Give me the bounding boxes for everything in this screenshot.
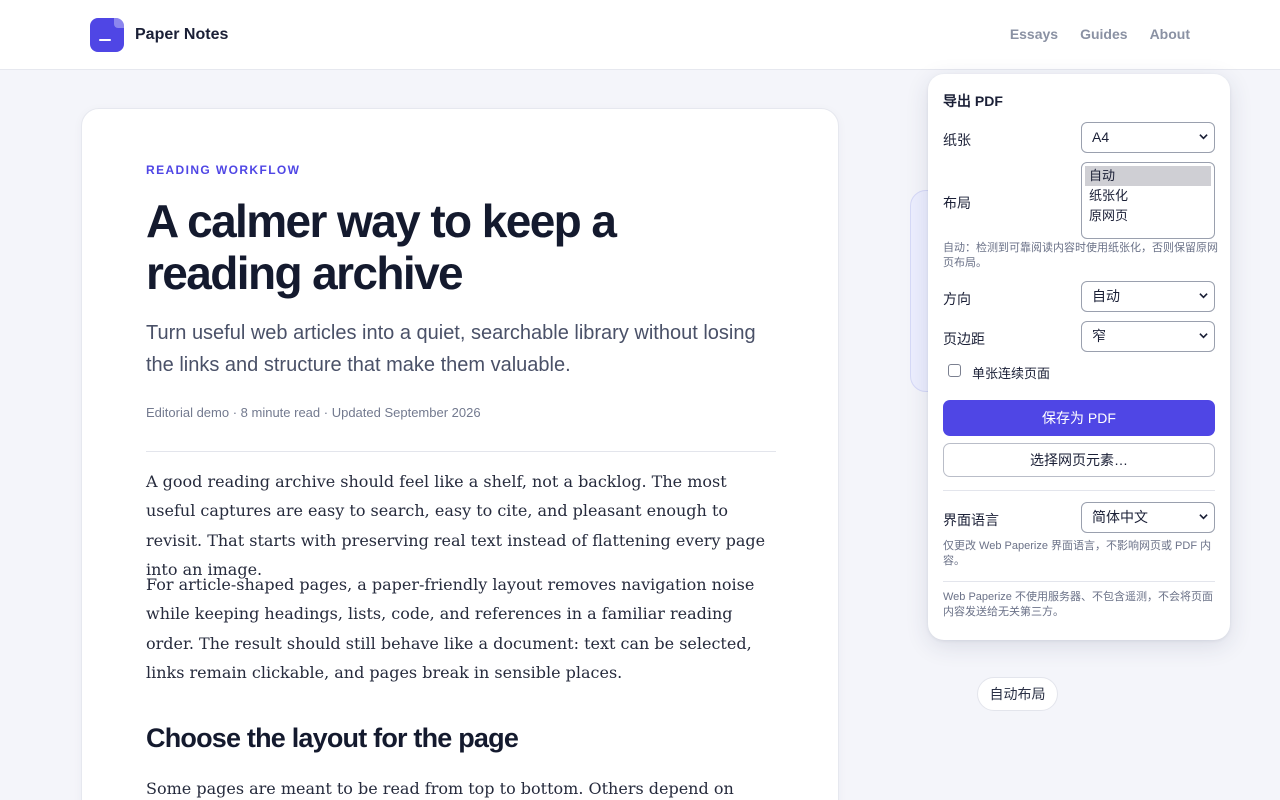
language-hint: 仅更改 Web Paperize 界面语言，不影响网页或 PDF 内容。 xyxy=(943,540,1212,567)
article-divider xyxy=(146,451,776,452)
article-card: READING WORKFLOW A calmer way to keep a … xyxy=(81,108,839,800)
article-subheading: Choose the layout for the page xyxy=(146,723,519,753)
nav-about[interactable]: About xyxy=(1150,26,1190,42)
layout-listbox[interactable]: 自动 纸张化 原网页 xyxy=(1081,162,1215,239)
export-pdf-panel: 导出 PDF 纸张 A4 布局 自动 纸张化 原网页 自动：检测到可靠阅读内容时… xyxy=(928,74,1230,640)
margin-label: 页边距 xyxy=(943,331,985,347)
article-paragraph: Some pages are meant to be read from top… xyxy=(146,779,734,798)
layout-option-auto[interactable]: 自动 xyxy=(1085,166,1211,186)
nav-guides[interactable]: Guides xyxy=(1080,26,1127,42)
margin-select-value: 窄 xyxy=(1092,328,1106,344)
language-label: 界面语言 xyxy=(943,512,999,528)
select-element-button[interactable]: 选择网页元素… xyxy=(943,443,1215,477)
article-dek: Turn useful web articles into a quiet, s… xyxy=(146,322,756,376)
auto-layout-badge[interactable]: 自动布局 xyxy=(977,677,1058,711)
chevron-down-icon xyxy=(1199,293,1208,299)
privacy-note: Web Paperize 不使用服务器、不包含遥测，不会将页面内容发送给无关第三… xyxy=(943,591,1213,618)
paper-select-value: A4 xyxy=(1092,129,1110,145)
chevron-down-icon xyxy=(1199,333,1208,339)
layout-option-paper[interactable]: 纸张化 xyxy=(1085,186,1211,206)
layout-option-original[interactable]: 原网页 xyxy=(1085,206,1211,226)
paper-select[interactable]: A4 xyxy=(1081,122,1215,153)
panel-title: 导出 PDF xyxy=(943,93,1003,109)
paper-label: 纸张 xyxy=(943,132,971,148)
article-paragraph: For article-shaped pages, a paper-friend… xyxy=(146,575,755,682)
document-logo-icon xyxy=(90,18,124,52)
article-kicker: READING WORKFLOW xyxy=(146,163,301,177)
orientation-select[interactable]: 自动 xyxy=(1081,281,1215,312)
orientation-label: 方向 xyxy=(943,291,971,307)
single-page-label[interactable]: 单张连续页面 xyxy=(972,363,1050,382)
panel-divider xyxy=(943,581,1215,582)
chevron-down-icon xyxy=(1199,514,1208,520)
brand-name: Paper Notes xyxy=(135,26,229,43)
brand[interactable]: Paper Notes xyxy=(90,18,228,52)
single-page-checkbox[interactable] xyxy=(948,364,961,377)
top-nav: Essays Guides About xyxy=(1010,26,1190,42)
layout-hint: 自动：检测到可靠阅读内容时使用纸张化，否则保留原网页布局。 xyxy=(943,242,1218,269)
orientation-select-value: 自动 xyxy=(1092,288,1120,304)
language-select[interactable]: 简体中文 xyxy=(1081,502,1215,533)
chevron-down-icon xyxy=(1199,134,1208,140)
nav-essays[interactable]: Essays xyxy=(1010,26,1058,42)
article-title: A calmer way to keep a reading archive xyxy=(146,195,617,299)
site-header: Paper Notes Essays Guides About xyxy=(0,0,1280,70)
language-select-value: 简体中文 xyxy=(1092,509,1148,525)
article-meta: Editorial demo · 8 minute read · Updated… xyxy=(146,405,481,420)
article-paragraph: A good reading archive should feel like … xyxy=(146,472,766,579)
margin-select[interactable]: 窄 xyxy=(1081,321,1215,352)
panel-divider xyxy=(943,490,1215,491)
save-pdf-button[interactable]: 保存为 PDF xyxy=(943,400,1215,436)
layout-label: 布局 xyxy=(943,195,971,211)
